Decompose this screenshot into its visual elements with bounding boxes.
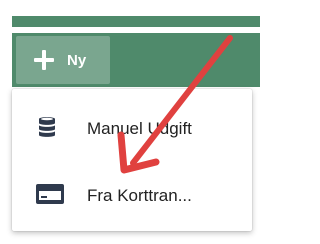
- credit-card-icon: [36, 183, 64, 210]
- menu-item-from-card-transaction[interactable]: Fra Korttran...: [12, 170, 252, 222]
- new-button-label: Ny: [67, 51, 87, 69]
- menu-item-manual-expense[interactable]: Manuel Udgift: [12, 103, 252, 155]
- plus-icon: [34, 50, 54, 70]
- menu-item-label: Manuel Udgift: [87, 119, 192, 138]
- menu-item-label: Fra Korttran...: [87, 186, 192, 205]
- new-button[interactable]: Ny: [16, 36, 110, 84]
- database-icon: [36, 115, 58, 144]
- header-band: [12, 16, 260, 27]
- new-dropdown-menu: Manuel Udgift Fra Korttran...: [12, 89, 252, 231]
